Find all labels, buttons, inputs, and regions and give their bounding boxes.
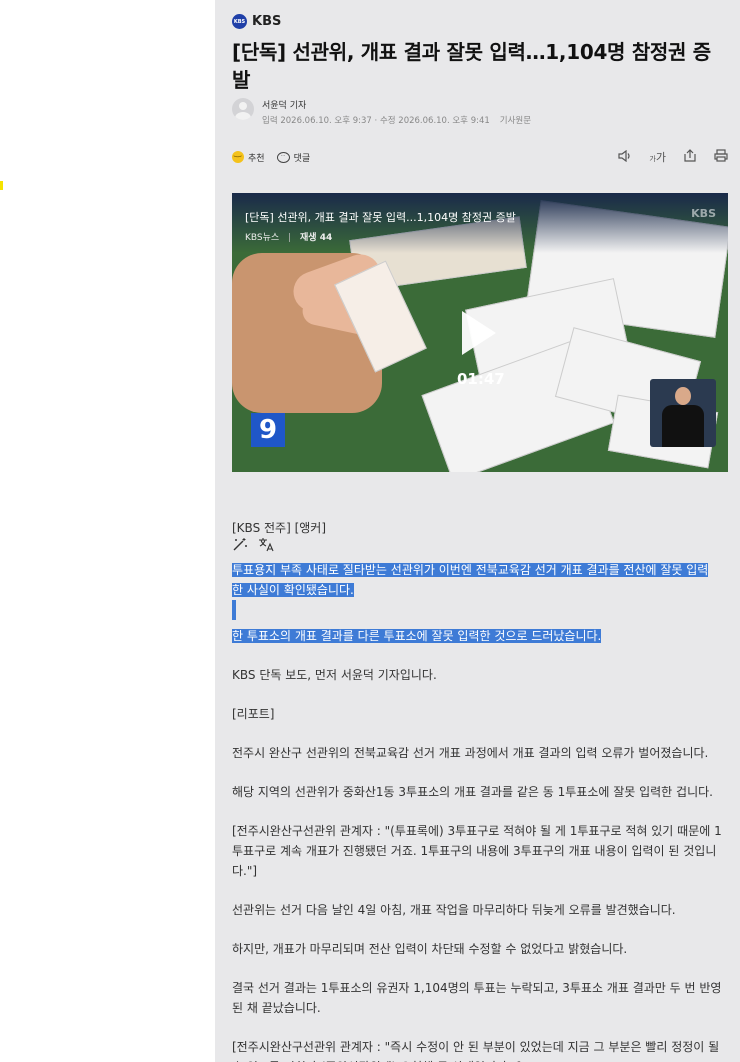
article-tools: 가가 xyxy=(618,149,728,165)
action-bar: 추천 ··· 댓글 가가 xyxy=(232,148,728,166)
left-blank-area xyxy=(0,0,215,1062)
kbs-channel9-logo: 9 xyxy=(251,413,285,447)
video-source-label: KBS뉴스 xyxy=(245,233,280,243)
body-paragraph: [KBS 전주] [앵커] xyxy=(232,521,327,535)
text-selection-tools xyxy=(232,538,728,558)
article-panel: KBS KBS [단독] 선관위, 개표 결과 잘못 입력…1,104명 참정권… xyxy=(215,0,740,1062)
interpreter-body xyxy=(662,405,704,447)
recommend-label: 추천 xyxy=(248,153,265,164)
interpreter-head xyxy=(675,387,691,405)
body-paragraph: [전주시완산구선관위 관계자 : "(투표록에) 3투표구로 적혀야 될 게 1… xyxy=(232,824,722,878)
magic-wand-icon[interactable] xyxy=(232,537,248,559)
comment-bubble-icon: ··· xyxy=(276,151,290,163)
body-paragraph: 선관위는 선거 다음 날인 4일 아침, 개표 작업을 마무리하다 뒤늦게 오류… xyxy=(232,903,676,917)
speaker-icon[interactable] xyxy=(618,149,632,165)
video-meta: KBS뉴스 | 재생 44 xyxy=(245,233,333,243)
recommend-button[interactable]: 추천 xyxy=(232,148,265,164)
byline: 서윤덕 기자 입력 2026.06.10. 오후 9:37 · 수정 2026.… xyxy=(232,98,531,126)
comment-label: 댓글 xyxy=(293,153,311,164)
selected-text: 한 사실이 확인됐습니다. xyxy=(232,583,354,597)
smile-icon xyxy=(232,148,244,163)
press-source[interactable]: KBS KBS xyxy=(232,14,281,29)
reporter-name[interactable]: 서윤덕 기자 xyxy=(262,98,531,111)
translate-icon[interactable] xyxy=(258,537,274,559)
sign-language-interpreter xyxy=(650,379,716,447)
kbs-logo-icon[interactable]: KBS xyxy=(232,14,247,29)
video-title: [단독] 선관위, 개표 결과 잘못 입력...1,104명 참정권 증발 xyxy=(245,211,516,224)
body-paragraph: 결국 선거 결과는 1투표소의 유권자 1,104명의 투표는 누락되고, 3투… xyxy=(232,981,722,1015)
body-paragraph: [전주시완산구선관위 관계자 : "즉시 수정이 안 된 부분이 있었는데 지금… xyxy=(232,1040,720,1062)
reporter-avatar[interactable] xyxy=(232,98,254,120)
selected-text: 한 투표소의 개표 결과를 다른 투표소에 잘못 입력한 것으로 드러났습니다. xyxy=(232,629,602,643)
body-paragraph: 해당 지역의 선관위가 중화산1동 3투표소의 개표 결과를 같은 동 1투표소… xyxy=(232,785,713,799)
original-article-link[interactable]: 기사원문 xyxy=(500,114,531,126)
selection-gap xyxy=(232,600,236,620)
body-paragraph: 전주시 완산구 선관위의 전북교육감 선거 개표 과정에서 개표 결과의 입력 … xyxy=(232,746,709,760)
play-icon[interactable] xyxy=(462,311,496,355)
print-icon[interactable] xyxy=(714,149,728,165)
font-size-icon[interactable]: 가가 xyxy=(649,149,666,165)
video-play-count: 재생 44 xyxy=(300,233,333,243)
body-paragraph-highlighted: 투표용지 부족 사태로 질타받는 선관위가 이번엔 전북교육감 선거 개표 결과… xyxy=(232,560,728,600)
byline-text: 서윤덕 기자 입력 2026.06.10. 오후 9:37 · 수정 2026.… xyxy=(262,98,531,126)
video-player[interactable]: [단독] 선관위, 개표 결과 잘못 입력...1,104명 참정권 증발 KB… xyxy=(232,193,728,472)
article-body: [KBS 전주] [앵커] 투표용지 부족 사태로 질타받는 선관위가 이번엔 … xyxy=(232,518,728,1062)
press-name[interactable]: KBS xyxy=(252,14,281,29)
article-meta: 입력 2026.06.10. 오후 9:37 · 수정 2026.06.10. … xyxy=(262,114,531,126)
body-paragraph-highlighted: 한 투표소의 개표 결과를 다른 투표소에 잘못 입력한 것으로 드러났습니다. xyxy=(232,626,728,646)
yellow-marker xyxy=(0,181,3,190)
body-paragraph: KBS 단독 보도, 먼저 서윤덕 기자입니다. xyxy=(232,668,437,682)
body-paragraph: [리포트] xyxy=(232,707,275,721)
body-paragraph: 하지만, 개표가 마무리되며 전산 입력이 차단돼 수정할 수 없었다고 밝혔습… xyxy=(232,942,628,956)
selected-text: 투표용지 부족 사태로 질타받는 선관위가 이번엔 전북교육감 선거 개표 결과… xyxy=(232,563,709,577)
video-duration: 01:47 xyxy=(457,370,505,388)
share-icon[interactable] xyxy=(683,149,697,165)
article-headline: [단독] 선관위, 개표 결과 잘못 입력…1,104명 참정권 증발 xyxy=(232,40,711,92)
article-timestamp: 입력 2026.06.10. 오후 9:37 · 수정 2026.06.10. … xyxy=(262,116,490,126)
kbs-watermark: KBS xyxy=(691,207,716,220)
comment-button[interactable]: ··· 댓글 xyxy=(276,151,311,164)
